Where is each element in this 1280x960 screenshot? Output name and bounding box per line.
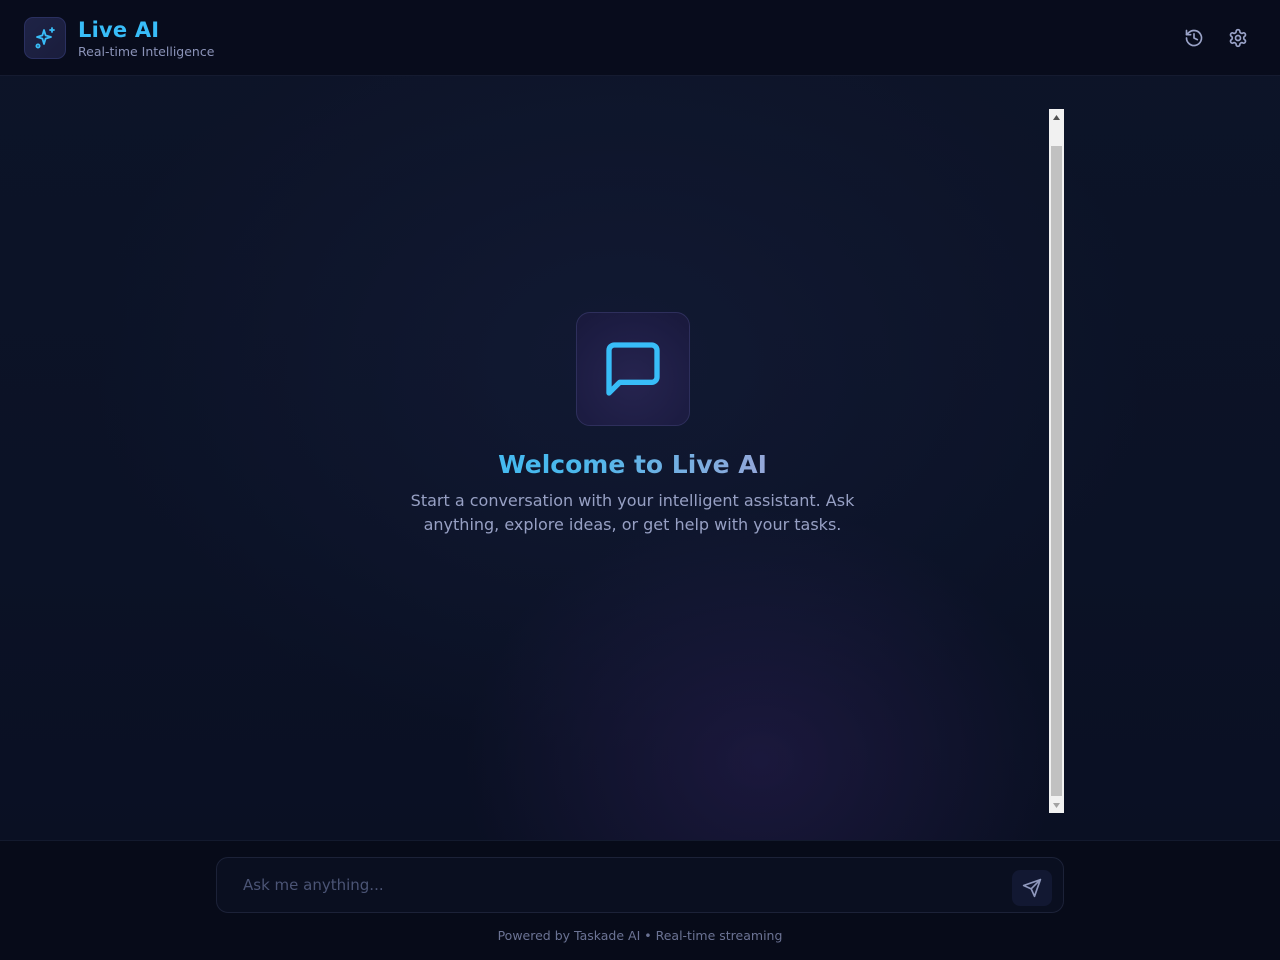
gear-icon	[1229, 28, 1247, 48]
welcome-description: Start a conversation with your intellige…	[410, 491, 855, 534]
history-button[interactable]	[1180, 24, 1208, 52]
settings-button[interactable]	[1224, 24, 1252, 52]
chat-input[interactable]	[241, 868, 1001, 902]
welcome-title: Welcome to Live AI	[340, 449, 925, 481]
composer-box	[216, 857, 1064, 913]
app-subtitle: Real-time Intelligence	[78, 44, 215, 59]
powered-by-text: Powered by Taskade AI • Real-time stream…	[497, 928, 783, 943]
app-title: Live AI	[78, 18, 160, 42]
scrollbar-thumb[interactable]	[1051, 146, 1062, 796]
scroll-down-arrow[interactable]	[1049, 797, 1064, 813]
messages-scrollbar[interactable]	[1049, 109, 1064, 813]
app-root: Live AI Real-time Intelligence Welcome t…	[0, 0, 1280, 960]
history-icon	[1185, 29, 1203, 47]
sparkles-icon	[24, 17, 66, 59]
send-button[interactable]	[1012, 870, 1052, 906]
top-header: Live AI Real-time Intelligence	[0, 0, 1280, 76]
scroll-up-arrow[interactable]	[1049, 109, 1064, 125]
message-square-icon	[576, 312, 690, 426]
send-icon	[1022, 878, 1042, 898]
